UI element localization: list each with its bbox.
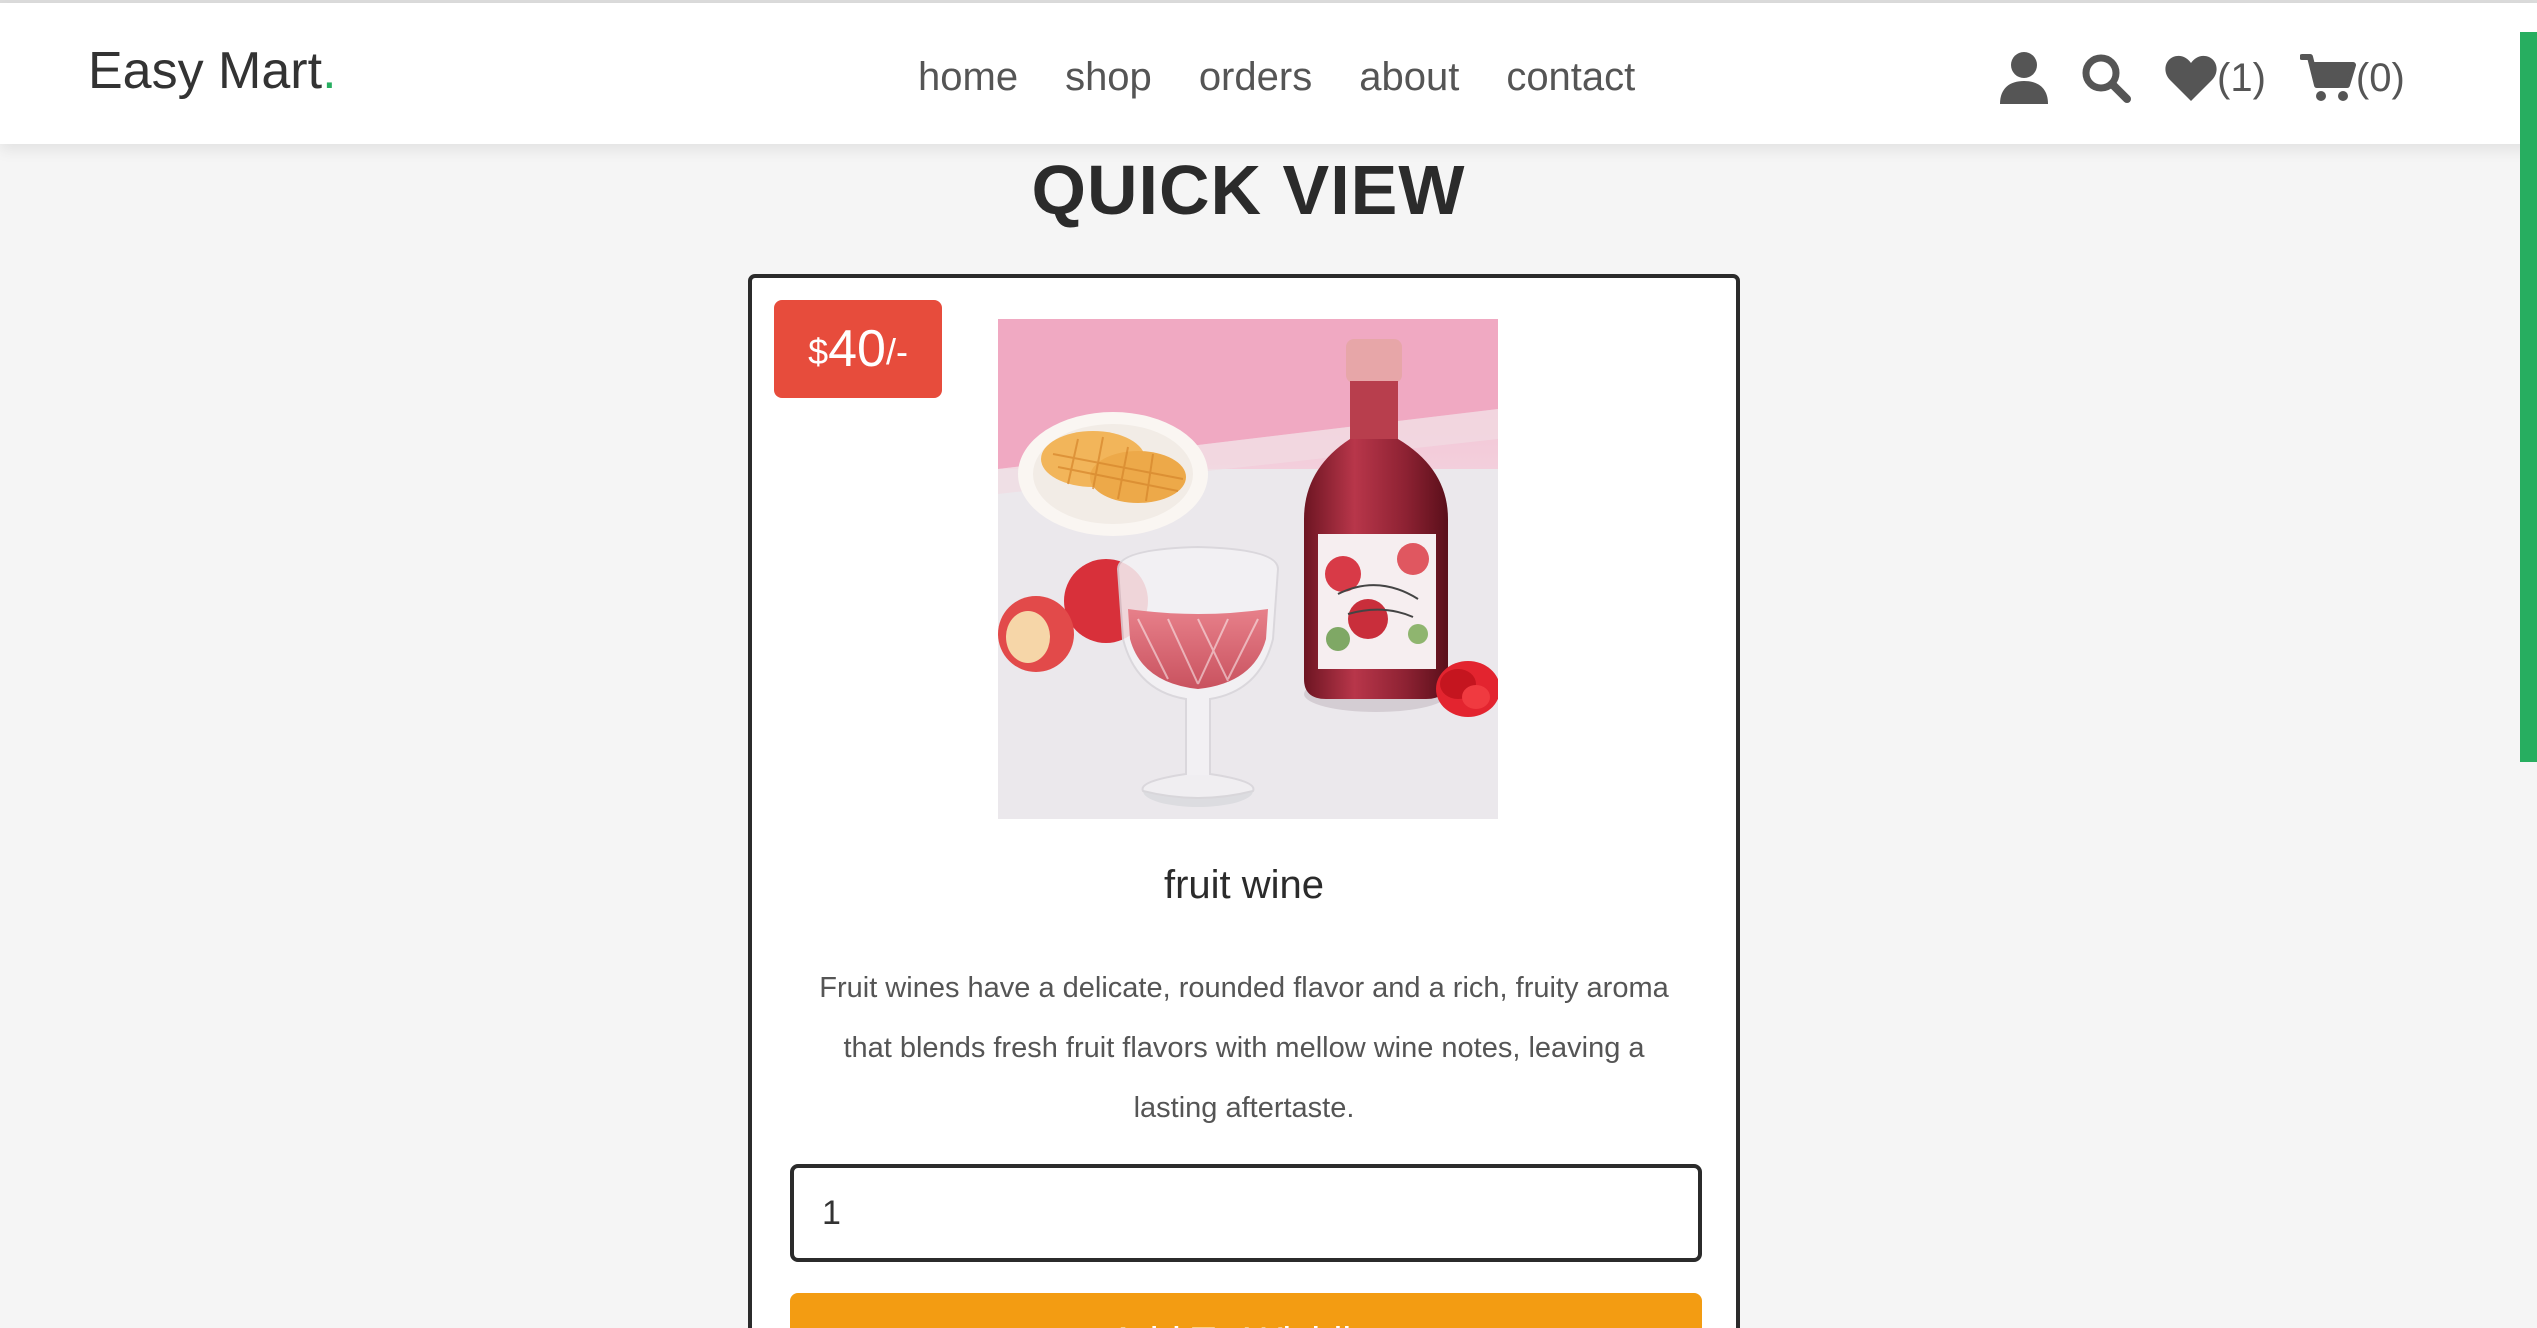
nav-orders[interactable]: orders	[1199, 47, 1312, 107]
search-button[interactable]	[2080, 52, 2132, 104]
heart-icon	[2165, 55, 2217, 101]
scrollbar-thumb[interactable]	[2520, 32, 2537, 762]
user-icon	[2000, 52, 2048, 104]
page: Easy Mart. home shop orders about contac…	[0, 0, 2537, 1328]
cart-button[interactable]: (0)	[2299, 53, 2405, 103]
site-header: Easy Mart. home shop orders about contac…	[0, 3, 2537, 144]
logo-dot: .	[322, 42, 337, 100]
cart-icon	[2299, 54, 2356, 101]
wishlist-count: (1)	[2217, 55, 2266, 100]
nav-contact[interactable]: contact	[1506, 47, 1635, 107]
page-title: QUICK VIEW	[1031, 151, 1466, 229]
nav-home[interactable]: home	[918, 47, 1018, 107]
logo[interactable]: Easy Mart.	[88, 41, 337, 101]
nav-about[interactable]: about	[1359, 47, 1459, 107]
product-image	[998, 319, 1498, 819]
price-badge: $ 40 /-	[774, 300, 942, 398]
cart-count: (0)	[2355, 55, 2405, 100]
add-to-wishlist-button[interactable]: Add To Wishlist	[790, 1293, 1702, 1328]
wishlist-button[interactable]: (1)	[2165, 55, 2266, 101]
quick-view-card: $ 40 /- fruit wine Fruit wines have a de…	[748, 274, 1740, 1328]
product-description: Fruit wines have a delicate, rounded fla…	[819, 972, 1669, 1124]
product-name: fruit wine	[1163, 863, 1325, 907]
price-amount: 40	[828, 320, 886, 378]
main-nav: home shop orders about contact	[918, 47, 1635, 107]
user-button[interactable]	[2000, 52, 2048, 104]
search-icon	[2082, 54, 2131, 103]
logo-text: Easy Mart	[88, 42, 323, 100]
price-currency: $	[808, 331, 829, 372]
quantity-input[interactable]	[790, 1164, 1702, 1262]
price-suffix: /-	[885, 331, 908, 372]
header-icons: (1) (0)	[2000, 43, 2405, 113]
nav-shop[interactable]: shop	[1065, 47, 1152, 107]
